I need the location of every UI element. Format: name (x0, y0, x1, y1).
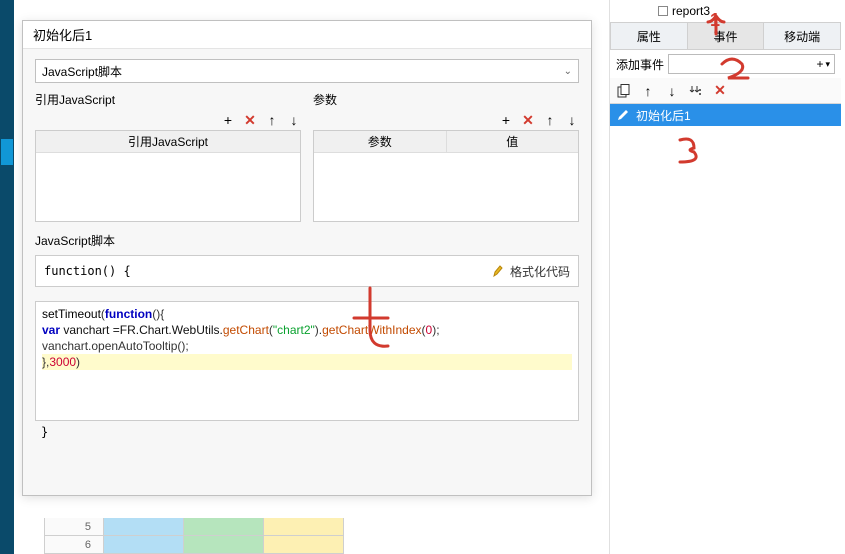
right-section-header: 参数 (313, 89, 579, 110)
event-toolbar: ↑ ↓ ✕ (610, 78, 841, 104)
down-icon[interactable]: ↓ (565, 112, 579, 128)
move-up-icon[interactable]: ↑ (640, 83, 656, 99)
script-type-combo[interactable]: JavaScript脚本 ⌄ (35, 59, 579, 83)
script-section-label: JavaScript脚本 (35, 232, 579, 249)
event-dialog: 初始化后1 JavaScript脚本 ⌄ 引用JavaScript + ✕ ↑ … (22, 20, 592, 496)
report-icon (658, 6, 668, 16)
chevron-down-icon: ▾ (825, 59, 830, 70)
dialog-title: 初始化后1 (23, 21, 591, 49)
row-number[interactable]: 6 (44, 536, 104, 554)
row-number[interactable]: 5 (44, 518, 104, 536)
tab-mobile[interactable]: 移动端 (764, 23, 840, 49)
down-icon[interactable]: ↓ (287, 112, 301, 128)
remove-icon[interactable]: ✕ (243, 112, 257, 129)
tab-attributes[interactable]: 属性 (611, 23, 688, 49)
script-type-value: JavaScript脚本 (42, 63, 122, 80)
add-event-label: 添加事件 (616, 56, 664, 73)
grid-col-value: 值 (447, 131, 579, 152)
remove-icon[interactable]: ✕ (521, 112, 535, 129)
sheet-cell[interactable] (184, 536, 264, 554)
add-icon[interactable]: + (499, 112, 513, 128)
add-event-dropdown[interactable]: + ▾ (668, 54, 835, 74)
up-icon[interactable]: ↑ (265, 112, 279, 128)
tab-events[interactable]: 事件 (688, 23, 765, 49)
event-item-label: 初始化后1 (636, 107, 691, 124)
sheet-area: 5 6 (44, 518, 344, 554)
move-bottom-icon[interactable] (688, 83, 704, 99)
sheet-cell[interactable] (184, 518, 264, 536)
tree-item-label: report3 (672, 4, 710, 18)
brush-icon (492, 264, 506, 278)
sheet-cell[interactable] (104, 536, 184, 554)
up-icon[interactable]: ↑ (543, 112, 557, 128)
function-open-label: function() { (44, 264, 131, 278)
js-ref-grid[interactable]: 引用JavaScript (35, 130, 301, 222)
grid-col-jsref: 引用JavaScript (36, 131, 300, 152)
copy-icon[interactable] (616, 83, 632, 99)
sheet-cell[interactable] (104, 518, 184, 536)
plus-icon: + (816, 57, 823, 71)
right-panel: report3 属性 事件 移动端 添加事件 + ▾ ↑ ↓ ✕ 初始化后1 (609, 0, 841, 554)
event-list-item[interactable]: 初始化后1 (610, 104, 841, 126)
sheet-cell[interactable] (264, 536, 344, 554)
move-down-icon[interactable]: ↓ (664, 83, 680, 99)
right-tabs: 属性 事件 移动端 (610, 22, 841, 50)
function-close-brace: } (35, 421, 579, 443)
delete-icon[interactable]: ✕ (712, 83, 728, 99)
format-code-button[interactable]: 格式化代码 (492, 263, 570, 280)
add-icon[interactable]: + (221, 112, 235, 128)
param-grid[interactable]: 参数 值 (313, 130, 579, 222)
format-code-label: 格式化代码 (510, 263, 570, 280)
tree-item[interactable]: report3 (610, 0, 841, 22)
grid-col-param: 参数 (314, 131, 447, 152)
chevron-down-icon: ⌄ (564, 66, 572, 77)
sheet-cell[interactable] (264, 518, 344, 536)
left-section-header: 引用JavaScript (35, 89, 301, 110)
pencil-icon (616, 108, 630, 122)
code-editor[interactable]: setTimeout(function(){ var vanchart =FR.… (35, 301, 579, 421)
